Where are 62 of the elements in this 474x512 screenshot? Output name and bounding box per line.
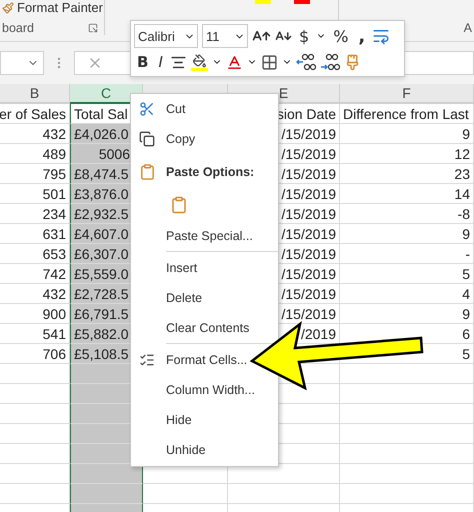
table-cell: 12 <box>340 144 474 164</box>
table-cell: 234 <box>0 204 70 224</box>
copy-icon <box>139 131 155 147</box>
clipboard-icon <box>139 163 156 180</box>
table-cell: 5 <box>340 264 474 284</box>
dialog-launcher-icon[interactable] <box>88 23 98 33</box>
group-label: board <box>2 21 34 35</box>
font-dropdown[interactable]: Calibri <box>134 24 198 48</box>
currency-button[interactable]: $ <box>296 26 312 46</box>
font-color-icon[interactable] <box>226 54 243 70</box>
table-cell <box>0 364 70 384</box>
font-color-swatch-icon[interactable] <box>294 0 310 4</box>
menu-item[interactable]: Unhide <box>131 435 278 465</box>
table-cell <box>0 384 70 404</box>
highlight-swatch-icon[interactable] <box>255 0 271 4</box>
table-cell: 432 <box>0 124 70 144</box>
wrap-text-icon[interactable] <box>372 27 390 45</box>
table-cell: 900 <box>0 304 70 324</box>
table-cell <box>0 464 70 484</box>
table-cell: er of Sales <box>0 104 70 124</box>
table-cell: - <box>340 244 474 264</box>
clipboard-icon <box>170 196 188 214</box>
table-cell: 742 <box>0 264 70 284</box>
paintbrush-icon <box>2 2 14 14</box>
format-painter-button[interactable]: Format Painter <box>2 0 104 15</box>
table-cell: Difference from Last <box>340 104 474 124</box>
table-cell <box>0 404 70 424</box>
table-cell: 541 <box>0 324 70 344</box>
fill-color-icon[interactable] <box>190 54 208 70</box>
table-cell: 795 <box>0 164 70 184</box>
list-icon <box>139 352 155 368</box>
table-cell: 23 <box>340 164 474 184</box>
bold-button[interactable]: B <box>134 53 152 71</box>
menu-item[interactable]: Column Width... <box>131 375 278 405</box>
comma-button[interactable]: , <box>355 26 368 46</box>
table-cell: 706 <box>0 344 70 364</box>
column-header[interactable]: F <box>340 84 474 104</box>
table-cell: 631 <box>0 224 70 244</box>
size-dropdown[interactable]: 11 <box>202 24 248 48</box>
column-header[interactable]: B <box>0 84 70 104</box>
table-cell: 489 <box>0 144 70 164</box>
italic-button[interactable]: I <box>155 53 166 71</box>
decrease-decimal-icon[interactable] <box>320 52 340 72</box>
scissors-icon <box>139 101 155 117</box>
table-cell: 9 <box>340 304 474 324</box>
percent-button[interactable]: % <box>330 26 352 46</box>
table-cell <box>0 424 70 444</box>
table-cell: -8 <box>340 204 474 224</box>
table-cell: 501 <box>0 184 70 204</box>
table-cell <box>0 444 70 464</box>
table-cell: 9 <box>340 124 474 144</box>
menu-item[interactable]: Hide <box>131 405 278 435</box>
group-label: A <box>464 21 472 35</box>
table-cell: 4 <box>340 284 474 304</box>
borders-icon[interactable] <box>260 54 278 70</box>
table-cell: 14 <box>340 184 474 204</box>
table-cell: 432 <box>0 284 70 304</box>
table-cell <box>0 484 70 504</box>
table-cell: 653 <box>0 244 70 264</box>
increase-decimal-icon[interactable] <box>296 52 316 72</box>
table-cell: 9 <box>340 224 474 244</box>
column-header[interactable]: C <box>70 84 143 104</box>
